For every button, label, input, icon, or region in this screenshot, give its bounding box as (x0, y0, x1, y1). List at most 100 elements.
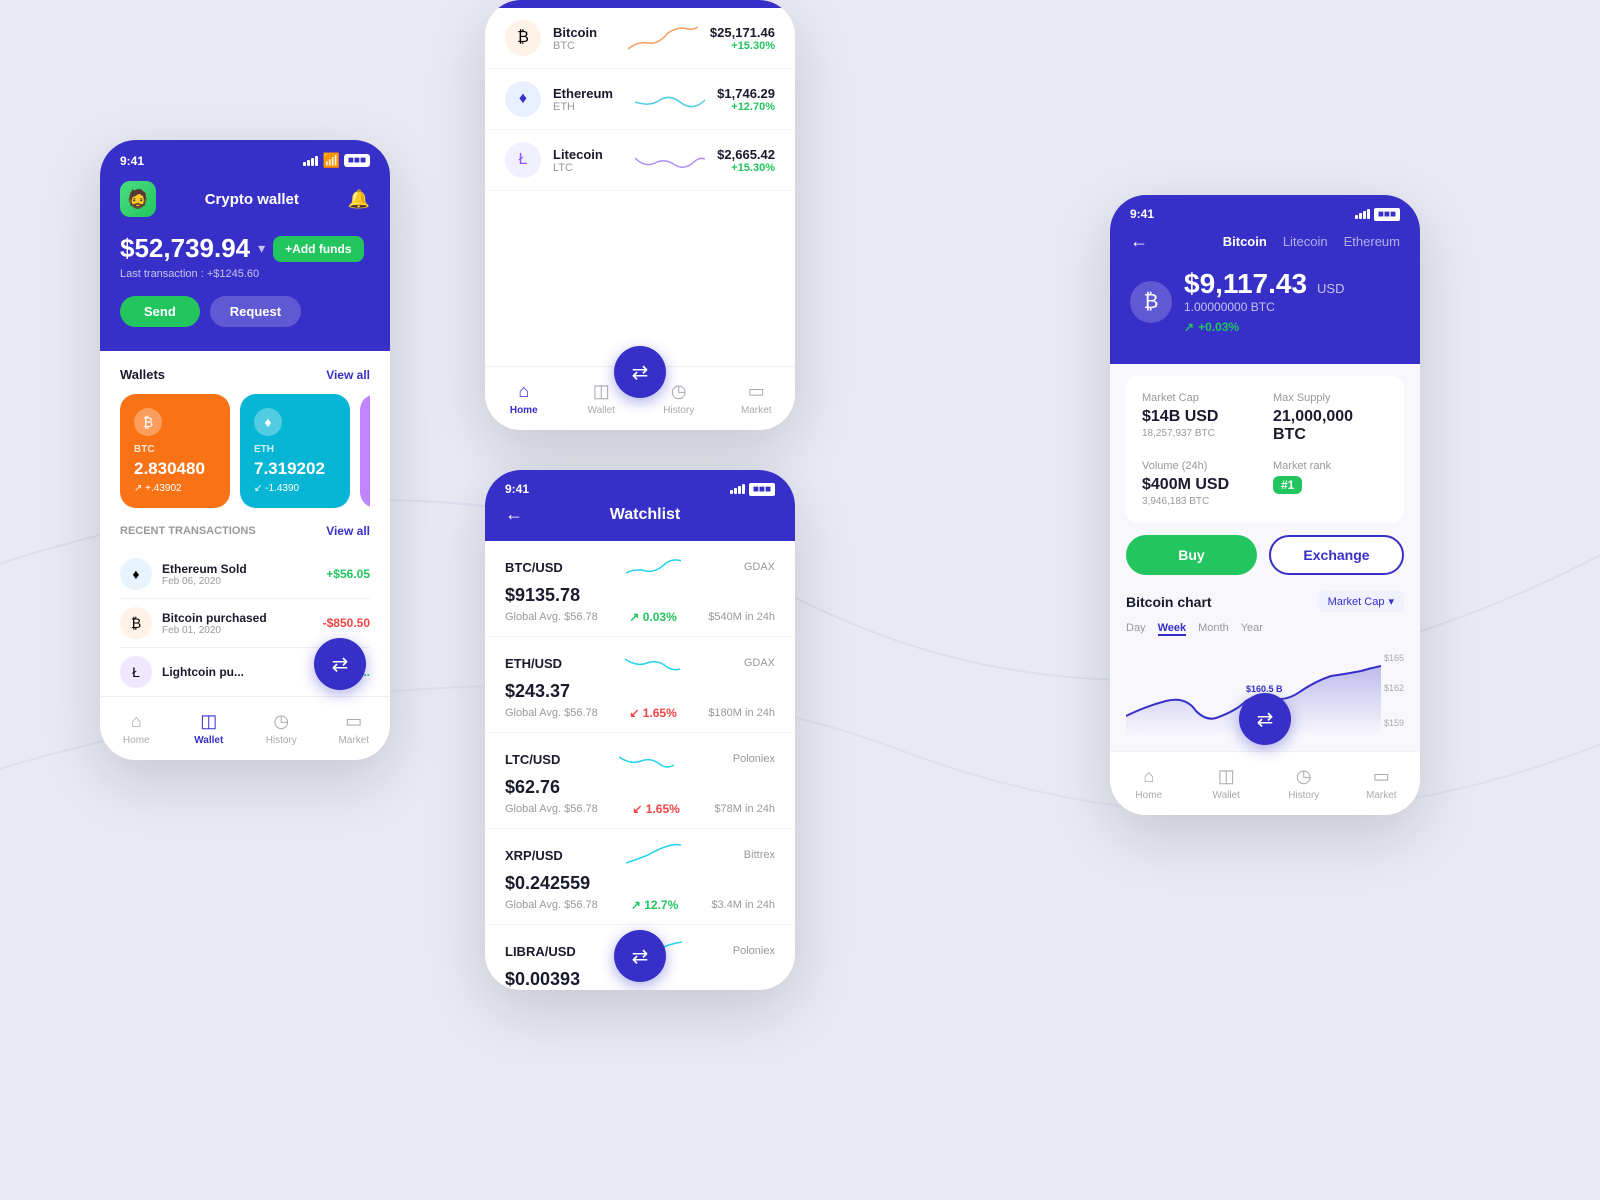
btc-info: Bitcoin BTC (553, 25, 616, 52)
status-icons: 📶 ■■■ (303, 152, 370, 169)
add-funds-button[interactable]: +Add funds (273, 236, 363, 262)
chart-title: Bitcoin chart (1126, 594, 1212, 610)
balance-chevron: ▾ (258, 240, 265, 257)
wl-xrp[interactable]: XRP/USD Bittrex $0.242559 Global Avg. $5… (485, 829, 795, 925)
tx-view-all[interactable]: View all (326, 524, 370, 538)
wl-xrp-avg: Global Avg. $56.78 (505, 899, 598, 911)
p4-nav-home[interactable]: ⌂ Home (1110, 752, 1188, 815)
btc-price-info: $25,171.46 +15.30% (710, 25, 775, 52)
wl-libra-pair: LIBRA/USD (505, 944, 576, 959)
volume-label: Volume (24h) (1142, 460, 1257, 472)
avatar[interactable]: 🧔 (120, 181, 156, 217)
swap-fab-4[interactable]: ⇄ (1239, 693, 1291, 745)
market-ltc-item[interactable]: Ł Litecoin LTC $2,665.42 +15.30% (485, 130, 795, 191)
p2-home-label: Home (510, 405, 538, 416)
btc-card[interactable]: ₿ BTC 2.830480 ↗ +.43902 (120, 394, 230, 508)
p4-wallet-nav-icon: ◫ (1218, 766, 1235, 787)
p4-tab-litecoin[interactable]: Litecoin (1283, 234, 1328, 249)
wallets-view-all[interactable]: View all (326, 368, 370, 382)
p4-nav-history[interactable]: ◷ History (1265, 752, 1343, 815)
time-year[interactable]: Year (1241, 622, 1263, 636)
swap-fab-2[interactable]: ⇄ (614, 346, 666, 398)
nav-home[interactable]: ⌂ Home (100, 697, 173, 760)
nav-market[interactable]: ▭ Market (318, 697, 391, 760)
eth-change: ↙ -1.4390 (254, 483, 336, 494)
p4-currency: USD (1317, 281, 1344, 296)
ltc-price-info: $2,665.42 +15.30% (717, 147, 775, 174)
phone2-nav-home[interactable]: ⌂ Home (485, 367, 563, 430)
btc-name: Bitcoin (553, 25, 616, 40)
back-button[interactable]: ← (505, 504, 523, 525)
time-week[interactable]: Week (1158, 622, 1187, 636)
chart-filter-button[interactable]: Market Cap ▾ (1318, 591, 1404, 612)
p4-history-label: History (1288, 790, 1319, 801)
eth-market-price: $1,746.29 (717, 86, 775, 101)
exchange-button[interactable]: Exchange (1269, 535, 1404, 575)
p4-change: ↗ +0.03% (1184, 320, 1239, 334)
buy-button[interactable]: Buy (1126, 535, 1257, 575)
wl-eth[interactable]: ETH/USD GDAX $243.37 Global Avg. $56.78 … (485, 637, 795, 733)
p4-back-button[interactable]: ← (1130, 231, 1148, 252)
stat-rank: Market rank #1 (1273, 460, 1388, 507)
p4-bottom-nav: ⌂ Home ◫ Wallet ◷ History ▭ Market (1110, 751, 1420, 815)
rank-label: Market rank (1273, 460, 1388, 472)
p2-history-label: History (663, 405, 694, 416)
request-button[interactable]: Request (210, 296, 301, 327)
wl-xrp-price: $0.242559 (505, 873, 775, 894)
nav-history[interactable]: ◷ History (245, 697, 318, 760)
tx-btc-icon: ₿ (120, 607, 152, 639)
history-icon: ◷ (273, 711, 289, 732)
ltc-card[interactable]: LT 4 (360, 394, 370, 508)
home-icon: ⌂ (131, 711, 142, 732)
wl-btc[interactable]: BTC/USD GDAX $9135.78 Global Avg. $56.78… (485, 541, 795, 637)
wallets-title: Wallets (120, 367, 165, 382)
btc-market-change: +15.30% (710, 40, 775, 52)
bottom-nav: ⌂ Home ◫ Wallet ◷ History ▭ Market (100, 696, 390, 760)
nav-market-label: Market (338, 735, 369, 746)
swap-fab[interactable]: ⇄ (314, 638, 366, 690)
watchlist-body: BTC/USD GDAX $9135.78 Global Avg. $56.78… (485, 541, 795, 990)
wl-libra-exchange: Poloniex (733, 945, 775, 957)
eth-ticker: ETH (553, 101, 623, 113)
wl-ltc-pair: LTC/USD (505, 752, 560, 767)
phone2-nav-market[interactable]: ▭ Market (718, 367, 796, 430)
p3-status: ■■■ (730, 483, 775, 496)
action-buttons: Buy Exchange (1126, 535, 1404, 575)
time-day[interactable]: Day (1126, 622, 1146, 636)
chart-filter-chevron: ▾ (1388, 595, 1394, 608)
chart-filter-label: Market Cap (1328, 596, 1385, 608)
tx-item-eth[interactable]: ♦ Ethereum Sold Feb 06, 2020 +$56.05 (120, 550, 370, 599)
p4-nav-wallet[interactable]: ◫ Wallet (1188, 752, 1266, 815)
market-btc-item[interactable]: ₿ Bitcoin BTC $25,171.46 +15.30% (485, 8, 795, 69)
wl-eth-change: ↙ 1.65% (629, 706, 676, 720)
p3-time: 9:41 (505, 482, 529, 496)
notification-icon[interactable]: 🔔 (348, 189, 370, 210)
wl-xrp-chart (626, 841, 681, 869)
market-cap-label: Market Cap (1142, 392, 1257, 404)
p4-market-label: Market (1366, 790, 1397, 801)
p4-nav-market[interactable]: ▭ Market (1343, 752, 1421, 815)
ltc-info: Litecoin LTC (553, 147, 623, 174)
p4-tab-ethereum[interactable]: Ethereum (1344, 234, 1400, 249)
market-icon: ▭ (345, 711, 362, 732)
stat-max-supply: Max Supply 21,000,000 BTC (1273, 392, 1388, 444)
wl-ltc[interactable]: LTC/USD Poloniex $62.76 Global Avg. $56.… (485, 733, 795, 829)
eth-card[interactable]: ♦ ETH 7.319202 ↙ -1.4390 (240, 394, 350, 508)
p4-change-value: +0.03% (1198, 320, 1239, 334)
wl-btc-chart (626, 553, 681, 581)
p4-home-icon: ⌂ (1143, 766, 1154, 787)
send-button[interactable]: Send (120, 296, 200, 327)
wl-ltc-volume: $78M in 24h (714, 803, 775, 815)
wl-ltc-exchange: Poloniex (733, 753, 775, 765)
time-month[interactable]: Month (1198, 622, 1229, 636)
p4-btc-icon: ₿ (1130, 281, 1172, 323)
btc-mini-chart (628, 21, 698, 56)
nav-wallet[interactable]: ◫ Wallet (173, 697, 246, 760)
market-eth-item[interactable]: ♦ Ethereum ETH $1,746.29 +12.70% (485, 69, 795, 130)
eth-info: Ethereum ETH (553, 86, 623, 113)
stat-volume: Volume (24h) $400M USD 3,946,183 BTC (1142, 460, 1257, 507)
wl-btc-pair: BTC/USD (505, 560, 563, 575)
p4-tab-bitcoin[interactable]: Bitcoin (1223, 234, 1267, 249)
max-supply-value: 21,000,000 BTC (1273, 408, 1388, 444)
swap-fab-3[interactable]: ⇄ (614, 930, 666, 982)
